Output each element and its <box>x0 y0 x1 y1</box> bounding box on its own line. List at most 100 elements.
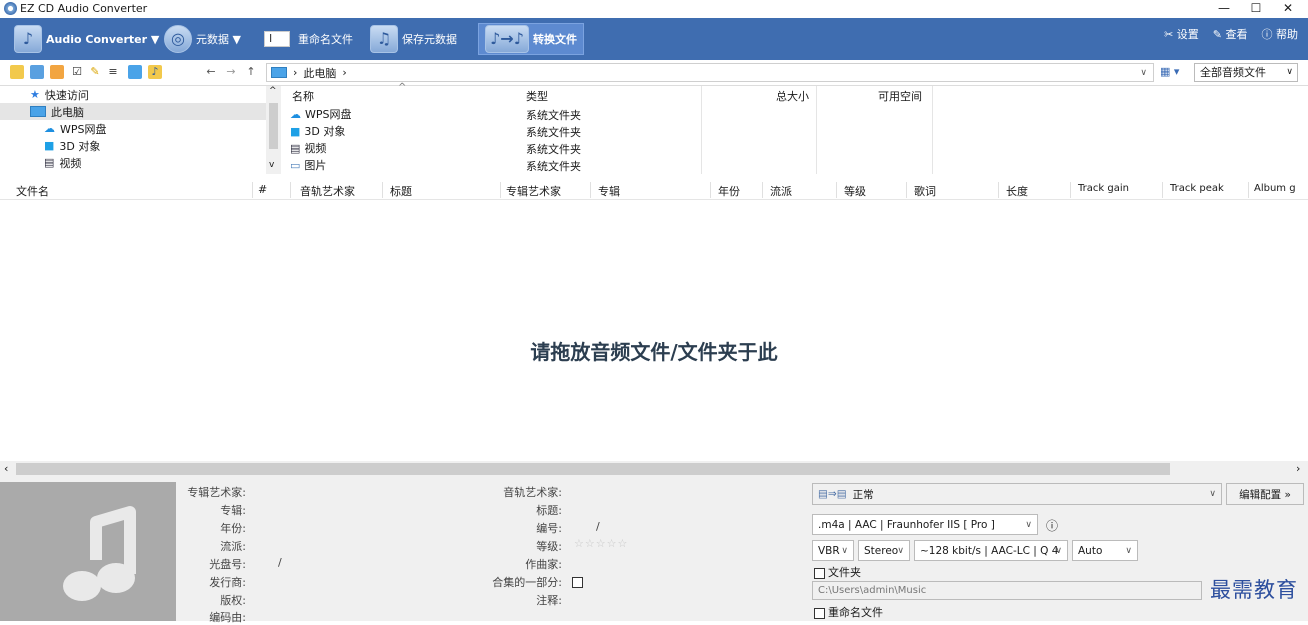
convert-files-button[interactable]: ♪→♪ 转换文件 <box>478 23 584 55</box>
col-genre[interactable]: 流派 <box>770 183 792 199</box>
playlist-icon[interactable]: ≡ <box>106 65 120 79</box>
col-filename[interactable]: 文件名 <box>16 183 49 199</box>
back-arrow-icon[interactable]: ← <box>204 65 218 79</box>
scroll-left-icon[interactable]: ‹ <box>4 462 8 475</box>
compilation-checkbox[interactable] <box>572 575 586 588</box>
col-track-number[interactable]: # <box>258 183 267 196</box>
sample-rate-select[interactable]: Auto ∨ <box>1072 540 1138 561</box>
column-divider <box>382 182 383 198</box>
tree-item-label: 此电脑 <box>51 105 84 119</box>
col-name-header[interactable]: 名称 <box>292 88 314 104</box>
forward-arrow-icon[interactable]: → <box>224 65 238 79</box>
col-track-peak[interactable]: Track peak <box>1170 183 1224 194</box>
minimize-button[interactable]: — <box>1206 0 1242 18</box>
col-title[interactable]: 标题 <box>390 183 412 199</box>
text-cursor-icon: I <box>264 31 290 47</box>
col-size-header[interactable]: 总大小 <box>776 88 809 104</box>
home-folder-icon[interactable] <box>10 65 24 79</box>
clear-icon[interactable]: ✎ <box>88 65 102 79</box>
video-icon: ▤ <box>44 156 55 169</box>
add-files-icon[interactable] <box>30 65 44 79</box>
tree-item-3d-objects[interactable]: ■ 3D 对象 <box>0 137 266 154</box>
view-menu[interactable]: ✎ 查看 <box>1213 26 1248 42</box>
profile-select[interactable]: ▤⇒▤ 正常 ∨ <box>812 483 1222 505</box>
rename-checkbox[interactable]: 重命名文件 <box>814 604 883 620</box>
add-folder-icon[interactable] <box>50 65 64 79</box>
col-album[interactable]: 专辑 <box>598 183 620 199</box>
output-folder-field[interactable]: C:\Users\admin\Music <box>812 581 1202 600</box>
column-divider <box>252 182 253 198</box>
quality-value: ~128 kbit/s | AAC-LC | Q 4 <box>920 544 1059 557</box>
column-divider <box>1162 182 1163 198</box>
col-album-gain[interactable]: Album g <box>1254 183 1308 194</box>
check-all-icon[interactable]: ☑ <box>70 65 84 79</box>
col-track-artist[interactable]: 音轨艺术家 <box>300 183 355 199</box>
help-menu[interactable]: ⓘ 帮助 <box>1262 26 1299 42</box>
folder-row[interactable]: ▭ 图片 <box>290 157 326 173</box>
app-menu-button[interactable]: ♪ Audio Converter ▼ <box>14 23 159 55</box>
metadata-button[interactable]: ◎ 元数据 ▼ <box>164 23 241 55</box>
address-bar[interactable]: › 此电脑 › ∨ <box>266 63 1154 82</box>
music-folder-icon[interactable]: ♪ <box>148 65 162 79</box>
music-app-icon: ♪ <box>14 25 42 53</box>
folder-tree: ★ 快速访问 此电脑 ☁ WPS网盘 ■ 3D 对象 ▤ 视频 <box>0 86 266 174</box>
tree-item-wps-drive[interactable]: ☁ WPS网盘 <box>0 120 266 137</box>
folder-row[interactable]: ☁ WPS网盘 <box>290 106 352 122</box>
album-art-placeholder[interactable] <box>0 482 176 621</box>
convert-icon: ♪→♪ <box>485 25 529 53</box>
col-length[interactable]: 长度 <box>1006 183 1028 199</box>
computer-icon[interactable] <box>128 65 142 79</box>
scroll-up-icon[interactable]: ^ <box>269 86 277 96</box>
edit-profile-button[interactable]: 编辑配置 » <box>1226 483 1304 505</box>
view-label: 查看 <box>1225 28 1248 41</box>
col-type-header[interactable]: 类型 <box>526 88 548 104</box>
track-drop-area[interactable] <box>0 200 1308 461</box>
disc-number-value[interactable]: / <box>278 556 282 569</box>
folder-row[interactable]: ■ 3D 对象 <box>290 123 345 139</box>
tree-item-videos[interactable]: ▤ 视频 <box>0 154 266 171</box>
quality-select[interactable]: ~128 kbit/s | AAC-LC | Q 4 ∨ <box>914 540 1068 561</box>
rename-files-button[interactable]: I 重命名文件 <box>264 23 353 55</box>
hscroll-thumb[interactable] <box>16 463 1170 475</box>
tree-scroll-thumb[interactable] <box>269 103 278 149</box>
close-button[interactable]: ✕ <box>1270 0 1306 18</box>
folder-checkbox-label: 文件夹 <box>828 566 861 579</box>
maximize-button[interactable]: ☐ <box>1238 0 1274 18</box>
address-text: 此电脑 <box>303 66 337 80</box>
address-dropdown-icon[interactable]: ∨ <box>1140 68 1147 78</box>
scroll-down-icon[interactable]: v <box>269 160 274 170</box>
folder-row[interactable]: ▤ 视频 <box>290 140 326 156</box>
col-free-header[interactable]: 可用空间 <box>878 88 922 104</box>
rating-stars[interactable]: ☆☆☆☆☆ <box>574 537 628 550</box>
genre-label: 流派: <box>220 540 246 553</box>
view-mode-icon[interactable]: ▦ ▾ <box>1160 65 1179 78</box>
file-filter-select[interactable]: 全部音频文件 ∨ <box>1194 63 1298 82</box>
track-number-value[interactable]: / <box>596 520 600 533</box>
info-icon[interactable]: ⓘ <box>1046 517 1058 534</box>
tree-item-this-pc[interactable]: 此电脑 <box>0 103 266 120</box>
bitrate-mode-select[interactable]: VBR ∨ <box>812 540 854 561</box>
channels-select[interactable]: Stereo ∨ <box>858 540 910 561</box>
album-label: 专辑: <box>220 504 246 517</box>
col-album-artist[interactable]: 专辑艺术家 <box>506 183 561 199</box>
column-divider <box>701 86 702 174</box>
column-divider <box>762 182 763 198</box>
track-list-hscrollbar[interactable]: ‹ › <box>0 461 1308 478</box>
format-select[interactable]: .m4a | AAC | Fraunhofer IIS [ Pro ] ∨ <box>812 514 1038 535</box>
up-arrow-icon[interactable]: ↑ <box>244 65 258 79</box>
col-lyrics[interactable]: 歌词 <box>914 183 936 199</box>
tree-item-label: 视频 <box>59 156 82 170</box>
column-divider <box>932 86 933 174</box>
col-year[interactable]: 年份 <box>718 183 740 199</box>
folder-type: 系统文件夹 <box>526 160 581 173</box>
col-track-gain[interactable]: Track gain <box>1078 183 1129 194</box>
tree-item-quick-access[interactable]: ★ 快速访问 <box>0 86 266 103</box>
scroll-right-icon[interactable]: › <box>1296 462 1300 475</box>
chevron-down-icon: ∨ <box>1055 545 1062 556</box>
folder-checkbox[interactable]: 文件夹 <box>814 564 861 580</box>
drop-hint: 请拖放音频文件/文件夹于此 <box>530 340 778 364</box>
col-rating[interactable]: 等级 <box>844 183 866 199</box>
tree-scrollbar[interactable]: ^ v <box>266 86 281 174</box>
save-metadata-button[interactable]: ♫ 保存元数据 <box>370 23 457 55</box>
settings-menu[interactable]: ✂ 设置 <box>1164 26 1199 42</box>
